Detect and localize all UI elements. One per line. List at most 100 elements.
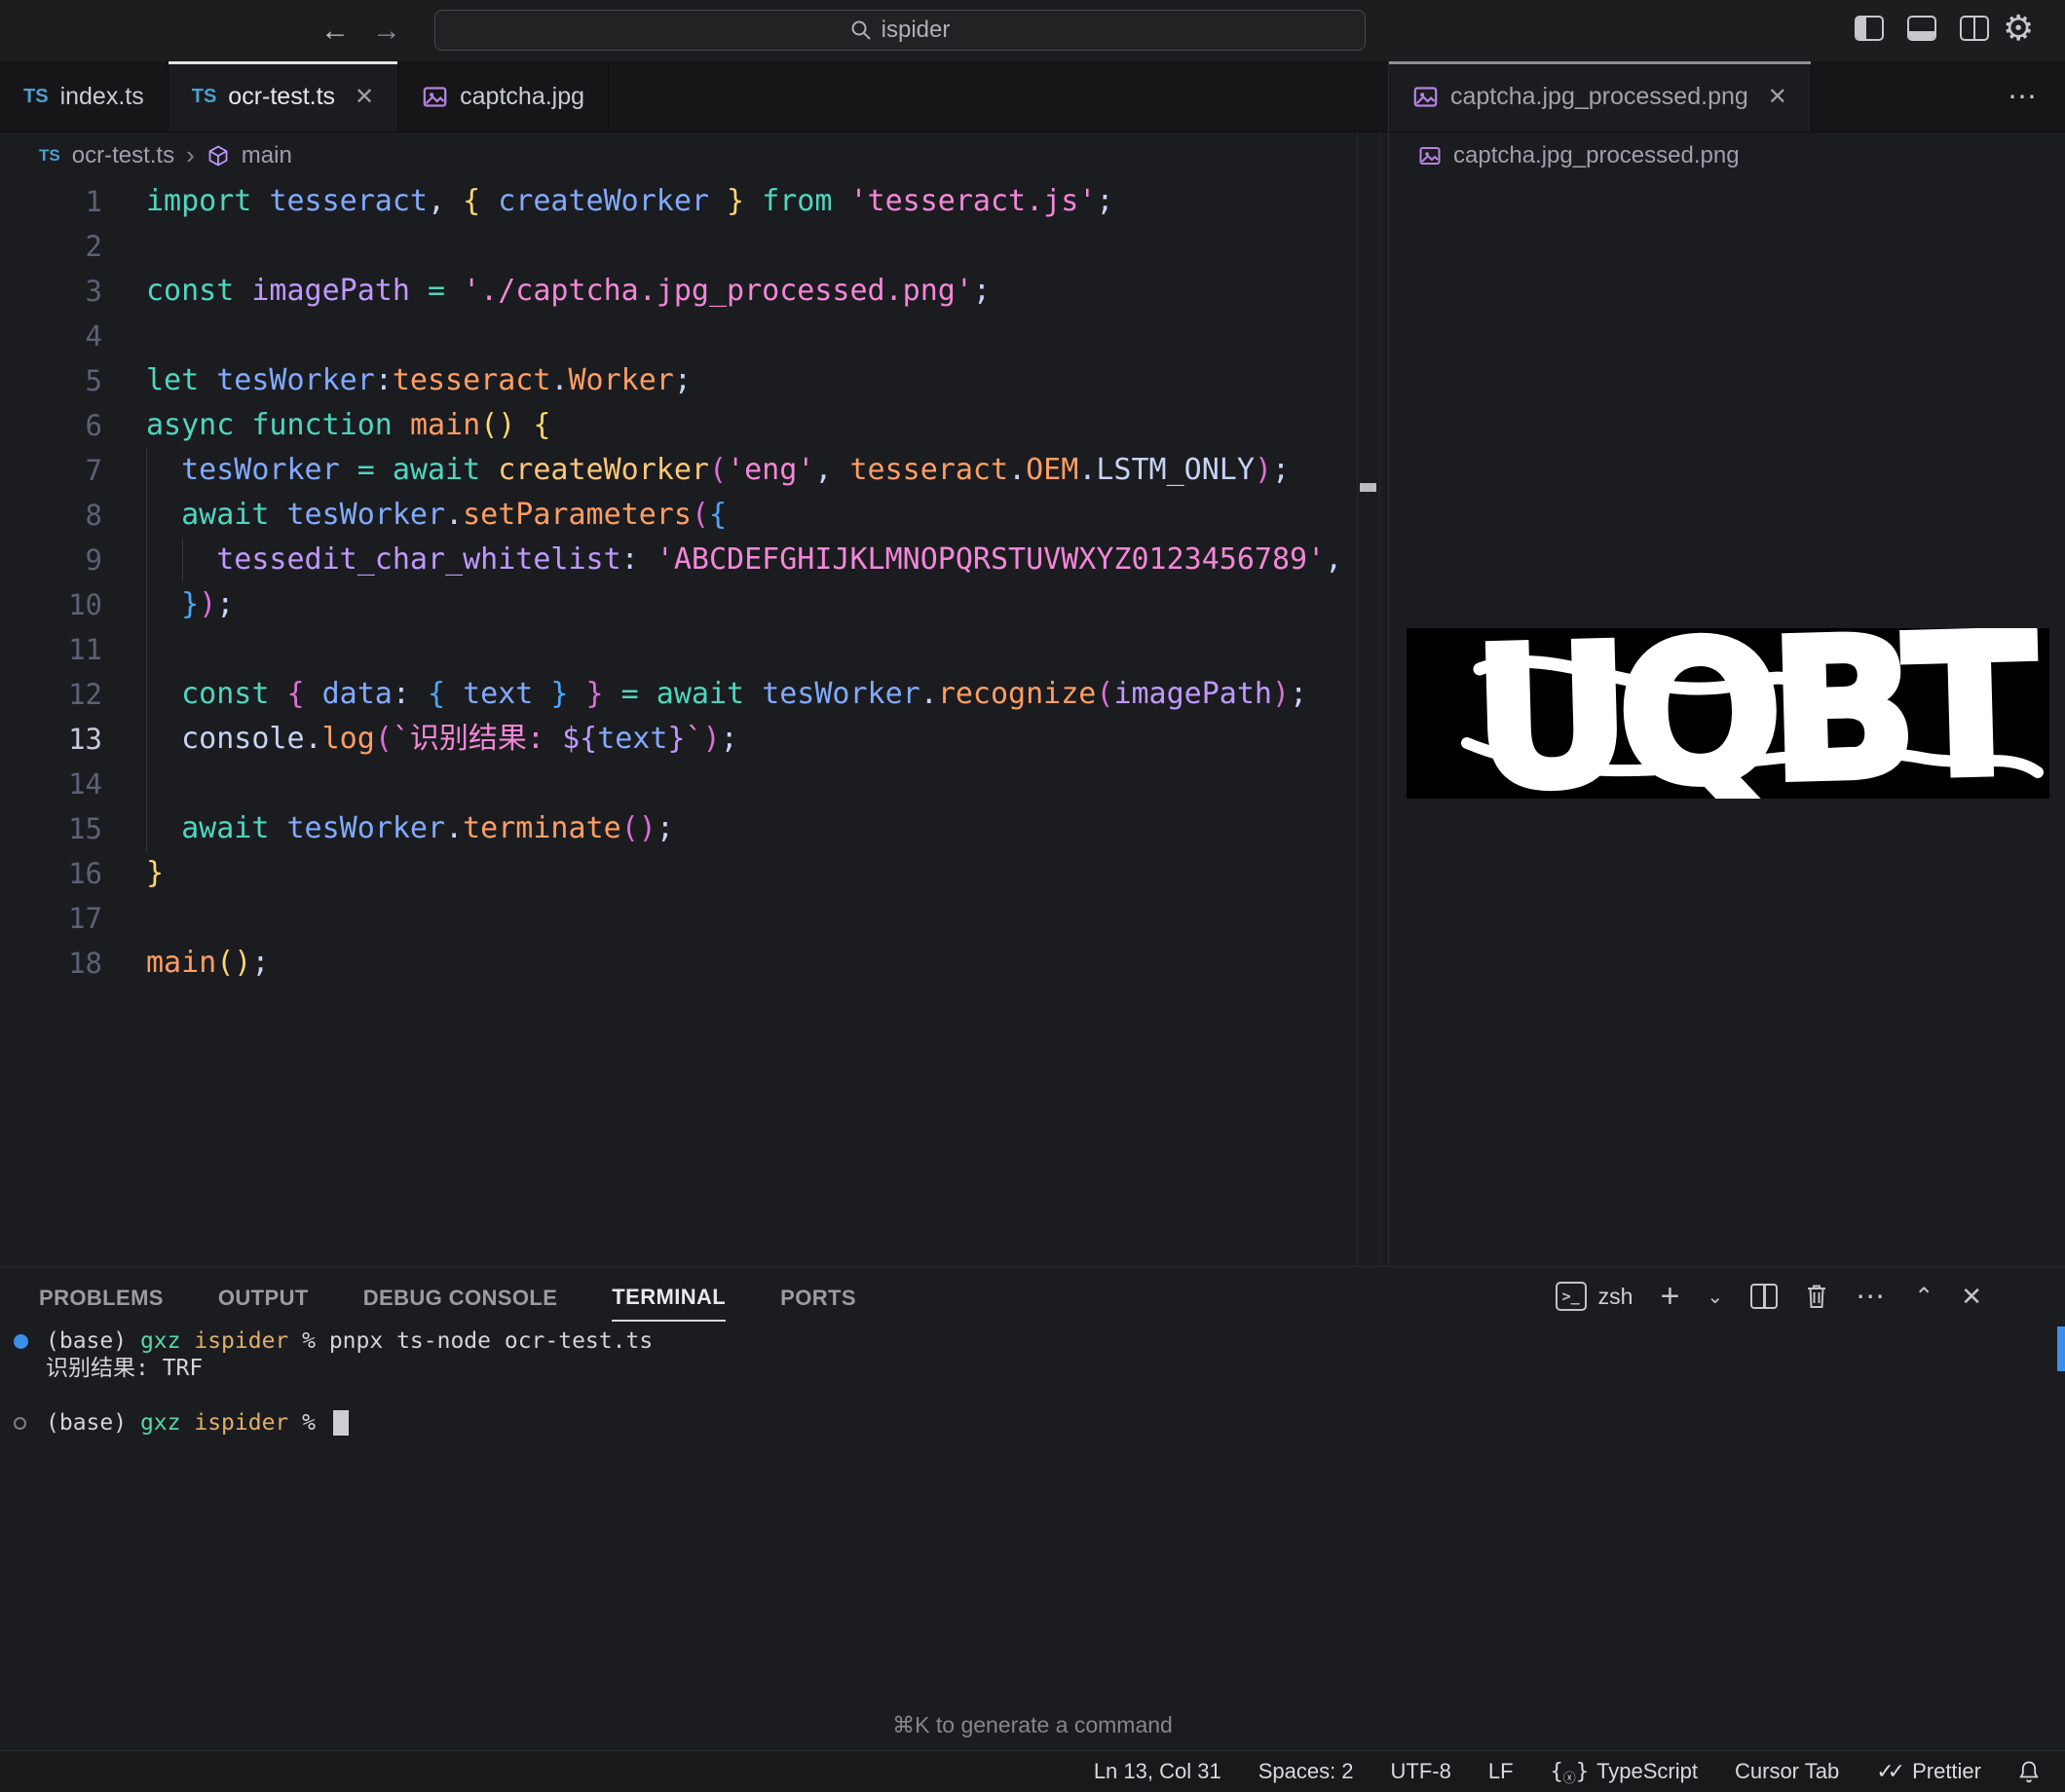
vscode-window: ← → ispider ⚙ TS index.ts TS ocr-test bbox=[0, 0, 2065, 1792]
terminal-line: 识别结果: TRF bbox=[0, 1355, 2046, 1382]
panel-tab-terminal[interactable]: TERMINAL bbox=[612, 1271, 726, 1322]
code-line-text: main(); bbox=[146, 941, 269, 986]
code-token: ; bbox=[216, 587, 234, 621]
code-token: main bbox=[410, 408, 480, 442]
code-token: } bbox=[667, 722, 685, 756]
status-cursor-position[interactable]: Ln 13, Col 31 bbox=[1094, 1759, 1221, 1784]
code-line: 7 tesWorker = await createWorker('eng', … bbox=[0, 448, 1357, 493]
code-token: tesseract bbox=[393, 363, 551, 397]
code-line: 15 await tesWorker.terminate(); bbox=[0, 806, 1357, 851]
command-status-dot bbox=[14, 1417, 26, 1430]
back-arrow-icon[interactable]: ← bbox=[314, 0, 357, 61]
tab-index-ts[interactable]: TS index.ts bbox=[0, 61, 169, 131]
kill-terminal-icon[interactable] bbox=[1805, 1283, 1828, 1310]
code-line-text: tesWorker = await createWorker('eng', te… bbox=[146, 448, 1290, 493]
code-token: ( bbox=[375, 722, 393, 756]
chevron-up-icon[interactable]: ⌃ bbox=[1914, 1283, 1934, 1311]
code-token: ; bbox=[1096, 184, 1113, 218]
double-check-icon: ✓✓ bbox=[1876, 1759, 1898, 1784]
shell-label[interactable]: zsh bbox=[1598, 1284, 1633, 1310]
tab-captcha-jpg[interactable]: captcha.jpg bbox=[398, 61, 609, 131]
titlebar: ← → ispider ⚙ bbox=[0, 0, 2065, 61]
chevron-down-icon[interactable]: ⌄ bbox=[1707, 1285, 1723, 1309]
bell-icon[interactable] bbox=[2018, 1760, 2040, 1783]
panel-tab-debug-console[interactable]: DEBUG CONSOLE bbox=[363, 1272, 558, 1321]
code-line-text: const imagePath = './captcha.jpg_process… bbox=[146, 269, 991, 314]
new-terminal-icon[interactable]: + bbox=[1660, 1278, 1679, 1316]
preview-more-actions[interactable]: ⋯ bbox=[2008, 61, 2039, 131]
breadcrumb-symbol[interactable]: main bbox=[242, 142, 292, 169]
code-token: await bbox=[181, 811, 269, 845]
code-token bbox=[515, 408, 533, 442]
code-token: tesWorker bbox=[762, 677, 920, 711]
breadcrumb-file[interactable]: captcha.jpg_processed.png bbox=[1453, 142, 1740, 169]
code-token: setParameters bbox=[463, 498, 692, 532]
status-indentation[interactable]: Spaces: 2 bbox=[1258, 1759, 1354, 1784]
tab-ocr-test-ts[interactable]: TS ocr-test.ts ✕ bbox=[169, 61, 398, 131]
panel-tabbar: PROBLEMS OUTPUT DEBUG CONSOLE TERMINAL P… bbox=[39, 1267, 856, 1325]
line-number: 10 bbox=[0, 582, 102, 627]
code-token: from bbox=[762, 184, 832, 218]
captcha-image: UQBT bbox=[1407, 628, 2049, 799]
split-terminal-icon[interactable] bbox=[1750, 1284, 1778, 1309]
code-token bbox=[180, 1328, 194, 1354]
gear-icon[interactable]: ⚙ bbox=[2003, 8, 2034, 49]
code-line-text: }); bbox=[146, 582, 234, 627]
code-token: % bbox=[288, 1410, 329, 1436]
panel-tab-output[interactable]: OUTPUT bbox=[218, 1272, 309, 1321]
code-line: 10 }); bbox=[0, 582, 1357, 627]
code-line-text: tessedit_char_whitelist: 'ABCDEFGHIJKLMN… bbox=[146, 538, 1342, 582]
code-token bbox=[146, 453, 181, 487]
code-token: , bbox=[814, 453, 849, 487]
forward-arrow-icon[interactable]: → bbox=[365, 0, 408, 61]
code-token: . bbox=[550, 363, 568, 397]
tab-label: index.ts bbox=[60, 83, 144, 111]
more-actions-icon: ⋯ bbox=[2008, 80, 2039, 114]
more-actions-icon[interactable]: ⋯ bbox=[1856, 1280, 1887, 1314]
panel-tab-problems[interactable]: PROBLEMS bbox=[39, 1272, 164, 1321]
chevron-right-icon: › bbox=[186, 140, 195, 170]
code-token bbox=[744, 184, 762, 218]
code-token: tesseract bbox=[269, 184, 428, 218]
command-center-search[interactable]: ispider bbox=[434, 10, 1366, 51]
toggle-primary-sidebar-icon[interactable] bbox=[1855, 16, 1886, 43]
breadcrumb-file[interactable]: ocr-test.ts bbox=[72, 142, 174, 169]
code-line: 13 console.log(`识别结果: ${text}`); bbox=[0, 717, 1357, 762]
status-eol[interactable]: LF bbox=[1488, 1759, 1514, 1784]
code-token: gxz bbox=[140, 1328, 181, 1354]
code-line-text: } bbox=[146, 851, 164, 896]
terminal-content[interactable]: (base) gxz ispider % pnpx ts-node ocr-te… bbox=[0, 1327, 2046, 1437]
terminal-line: (base) gxz ispider % pnpx ts-node ocr-te… bbox=[0, 1327, 2046, 1355]
code-token: ; bbox=[674, 363, 692, 397]
code-token: . bbox=[445, 498, 463, 532]
close-icon[interactable]: ✕ bbox=[1768, 83, 1787, 111]
code-token: await bbox=[181, 498, 269, 532]
scrollbar-thumb[interactable] bbox=[1360, 483, 1376, 492]
code-line: 17 bbox=[0, 896, 1357, 941]
code-line: 3const imagePath = './captcha.jpg_proces… bbox=[0, 269, 1357, 314]
code-token: createWorker bbox=[498, 184, 709, 218]
panel-tab-ports[interactable]: PORTS bbox=[780, 1272, 856, 1321]
tab-label: ocr-test.ts bbox=[228, 83, 335, 111]
toggle-panel-icon[interactable] bbox=[1907, 16, 1938, 43]
preview-editor-group: captcha.jpg_processed.png ✕ ⋯ captcha.jp… bbox=[1388, 61, 2065, 1266]
line-number: 18 bbox=[0, 941, 102, 986]
status-encoding[interactable]: UTF-8 bbox=[1391, 1759, 1451, 1784]
status-language[interactable]: {ⓧ} TypeScript bbox=[1551, 1759, 1698, 1784]
status-cursor-tab[interactable]: Cursor Tab bbox=[1735, 1759, 1839, 1784]
terminal-line bbox=[0, 1382, 2046, 1409]
toggle-secondary-sidebar-icon[interactable] bbox=[1960, 16, 1991, 43]
code-token: let bbox=[146, 363, 216, 397]
close-panel-icon[interactable]: ✕ bbox=[1961, 1282, 1982, 1312]
code-token: Worker bbox=[569, 363, 674, 397]
terminal-cursor bbox=[333, 1410, 349, 1436]
line-number: 4 bbox=[0, 314, 102, 358]
code-editor[interactable]: 1import tesseract, { createWorker } from… bbox=[0, 179, 1357, 986]
tab-captcha-processed-png[interactable]: captcha.jpg_processed.png ✕ bbox=[1389, 61, 1812, 131]
status-formatter[interactable]: ✓✓ Prettier bbox=[1876, 1759, 1981, 1784]
close-icon[interactable]: ✕ bbox=[355, 83, 374, 111]
editor-scrollbar[interactable] bbox=[1357, 131, 1380, 1266]
code-token: log bbox=[322, 722, 375, 756]
terminal-scrollbar-thumb[interactable] bbox=[2057, 1326, 2065, 1371]
code-token: . bbox=[920, 677, 938, 711]
